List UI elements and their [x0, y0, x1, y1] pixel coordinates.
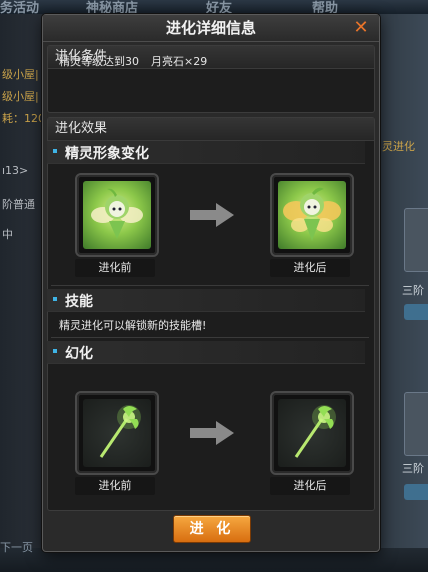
bg-right-text: 三阶 [402, 462, 424, 475]
wand-after-image [278, 399, 346, 467]
close-button[interactable]: ✕ [351, 18, 371, 38]
bg-next-page[interactable]: 下一页 [0, 539, 33, 555]
sprite-after-image [278, 181, 346, 249]
before-label: 进化前 [75, 259, 155, 277]
bg-left-text: 阶普通 [2, 198, 35, 211]
background-left-panel: 级小屋| 级小屋| 耗：120 ı13> 阶普通 中 [0, 14, 46, 554]
item-requirement: 月亮石×29 [151, 55, 208, 68]
bg-right-tag: 灵进化 [382, 140, 415, 153]
bullet-icon [53, 349, 57, 353]
sprite-after-frame [270, 173, 354, 257]
bg-left-text: 级小屋| [2, 68, 39, 81]
after-label: 进化后 [270, 477, 350, 495]
skill-description: 精灵进化可以解锁新的技能槽! [59, 319, 207, 332]
bg-left-text: 中 [2, 228, 13, 241]
bg-pet-slot[interactable] [404, 208, 428, 272]
before-label: 进化前 [75, 477, 155, 495]
skill-label: 技能 [65, 294, 93, 310]
close-icon: ✕ [353, 17, 369, 38]
after-label: 进化后 [270, 259, 350, 277]
evolve-button[interactable]: 进 化 [173, 515, 251, 543]
divider [51, 337, 369, 338]
arrow-right-icon [190, 421, 234, 445]
arrow-right-icon [190, 203, 234, 227]
appearance-subheader: 精灵形象变化 [47, 141, 365, 164]
bg-left-text: 级小屋| [2, 90, 39, 103]
background-top-bar: 务活动 神秘商店 好友 帮助 [0, 0, 428, 16]
effects-header: 进化效果 [48, 118, 374, 141]
bg-left-text: 耗：120 [2, 112, 45, 125]
appearance-label: 精灵形象变化 [65, 146, 149, 162]
level-requirement: 精灵等级达到30 [59, 55, 139, 68]
bg-right-text: 三阶 [402, 284, 424, 297]
conditions-text: 精灵等级达到30 月亮石×29 [59, 53, 207, 69]
wand-before-image [83, 399, 151, 467]
sprite-before-image [83, 181, 151, 249]
bullet-icon [53, 149, 57, 153]
bullet-icon [53, 297, 57, 301]
sprite-before-frame [75, 173, 159, 257]
transform-subheader: 幻化 [47, 341, 365, 364]
bg-right-button[interactable] [404, 484, 428, 500]
wand-after-frame [270, 391, 354, 475]
dialog-title: 进化详细信息 [43, 15, 379, 42]
bg-left-text: ı13> [2, 164, 29, 177]
transform-label: 幻化 [65, 346, 93, 362]
skill-subheader: 技能 [47, 289, 365, 312]
bg-right-button[interactable] [404, 304, 428, 320]
evolution-detail-dialog: 进化详细信息 ✕ 进化条件 精灵等级达到30 月亮石×29 进化效果 精灵形象变化 [42, 14, 380, 552]
divider [51, 285, 369, 286]
wand-before-frame [75, 391, 159, 475]
bg-pet-slot[interactable] [404, 392, 428, 456]
